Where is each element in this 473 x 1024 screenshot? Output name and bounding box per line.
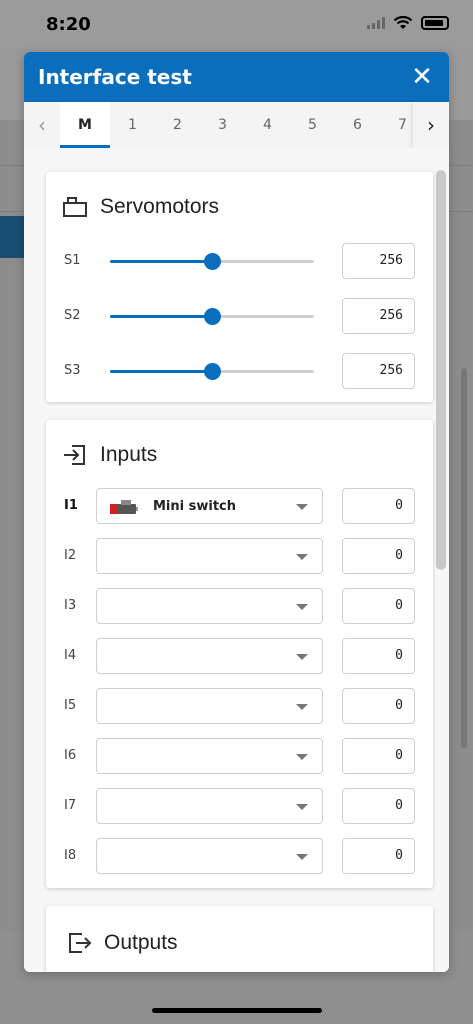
status-bar: 8:20 — [0, 0, 473, 50]
input-type-select[interactable] — [96, 538, 323, 574]
content-scrollbar[interactable] — [436, 170, 446, 964]
input-row: I8 0 — [46, 838, 433, 874]
slider-fill — [110, 260, 212, 263]
input-row: I5 0 — [46, 688, 433, 724]
chevron-down-icon — [296, 754, 308, 760]
slider-fill — [110, 315, 212, 318]
tab-2[interactable]: 2 — [155, 102, 200, 148]
input-label: I5 — [64, 698, 77, 713]
input-type-select[interactable] — [96, 838, 323, 874]
input-value-field: 0 — [342, 588, 415, 624]
chevron-down-icon — [296, 804, 308, 810]
input-row: I2 0 — [46, 538, 433, 574]
input-row: I6 0 — [46, 738, 433, 774]
servomotors-card: Servomotors S1 256 S2 256 S3 256 — [46, 172, 433, 402]
input-value-field: 0 — [342, 738, 415, 774]
home-indicator[interactable] — [152, 1008, 322, 1013]
servo-label: S2 — [64, 308, 81, 323]
servomotors-heading: Servomotors — [62, 194, 219, 220]
input-value-field: 0 — [342, 788, 415, 824]
mini-switch-icon — [110, 500, 138, 514]
servomotors-title: Servomotors — [100, 195, 220, 218]
tab-4[interactable]: 4 — [245, 102, 290, 148]
input-value-field: 0 — [342, 688, 415, 724]
slider-thumb[interactable] — [204, 308, 221, 325]
servo-row: S2 256 — [46, 298, 433, 334]
servo-slider[interactable] — [110, 308, 314, 325]
status-icons — [367, 16, 449, 30]
tab-3[interactable]: 3 — [200, 102, 245, 148]
input-label: I4 — [64, 648, 77, 663]
tab-7[interactable]: 7 — [380, 102, 413, 148]
inputs-heading: Inputs — [62, 442, 157, 468]
tab-m[interactable]: M — [60, 102, 110, 148]
inputs-card: Inputs I1 Mini switch 0 I2 0 I3 0 I4 0 I… — [46, 420, 433, 888]
slider-fill — [110, 370, 212, 373]
outputs-card: Outputs — [46, 906, 433, 972]
input-type-select[interactable] — [96, 738, 323, 774]
cellular-signal-icon — [367, 17, 385, 29]
input-row: I7 0 — [46, 788, 433, 824]
servomotor-icon — [63, 197, 87, 217]
input-type-select[interactable] — [96, 788, 323, 824]
chevron-down-icon — [296, 704, 308, 710]
input-label: I6 — [64, 748, 77, 763]
input-label: I3 — [64, 598, 77, 613]
tab-1[interactable]: 1 — [110, 102, 155, 148]
servo-slider[interactable] — [110, 363, 314, 380]
input-row: I3 0 — [46, 588, 433, 624]
inputs-title: Inputs — [100, 443, 158, 466]
input-label: I7 — [64, 798, 77, 813]
servo-slider[interactable] — [110, 253, 314, 270]
input-label: I1 — [64, 498, 78, 513]
input-value-field: 0 — [342, 488, 415, 524]
dialog-header: Interface test ✕ — [24, 52, 449, 102]
input-label: I8 — [64, 848, 77, 863]
servo-label: S1 — [64, 253, 81, 268]
status-time: 8:20 — [46, 14, 91, 35]
input-icon — [64, 445, 85, 465]
select-value: Mini switch — [153, 499, 237, 514]
servo-row: S3 256 — [46, 353, 433, 389]
input-type-select[interactable] — [96, 588, 323, 624]
tabs: M 1 2 3 4 5 6 7 — [60, 102, 413, 148]
servo-value-field[interactable]: 256 — [342, 353, 415, 389]
chevron-down-icon — [296, 854, 308, 860]
outputs-title: Outputs — [104, 931, 178, 954]
input-value-field: 0 — [342, 838, 415, 874]
outputs-heading: Outputs — [66, 930, 178, 956]
tab-5[interactable]: 5 — [290, 102, 335, 148]
input-label: I2 — [64, 548, 77, 563]
slider-thumb[interactable] — [204, 363, 221, 380]
servo-row: S1 256 — [46, 243, 433, 279]
input-value-field: 0 — [342, 538, 415, 574]
battery-icon — [421, 16, 449, 30]
input-value-field: 0 — [342, 638, 415, 674]
wifi-icon — [393, 16, 413, 29]
servo-value-field[interactable]: 256 — [342, 298, 415, 334]
input-row: I4 0 — [46, 638, 433, 674]
background-scrollbar — [461, 368, 467, 748]
dialog-title: Interface test — [38, 65, 192, 89]
tab-scroll-right-button[interactable]: › — [413, 102, 449, 148]
chevron-down-icon — [296, 504, 308, 510]
input-type-select[interactable] — [96, 688, 323, 724]
dialog-content: Servomotors S1 256 S2 256 S3 256 Inputs … — [24, 148, 449, 972]
servo-value-field[interactable]: 256 — [342, 243, 415, 279]
tab-scroll-left-button[interactable]: ‹ — [24, 102, 60, 148]
tab-bar: ‹ M 1 2 3 4 5 6 7 › — [24, 102, 449, 148]
chevron-down-icon — [296, 554, 308, 560]
chevron-down-icon — [296, 604, 308, 610]
chevron-down-icon — [296, 654, 308, 660]
input-type-select[interactable]: Mini switch — [96, 488, 323, 524]
close-icon[interactable]: ✕ — [409, 64, 435, 90]
output-icon — [69, 933, 92, 953]
servo-label: S3 — [64, 363, 81, 378]
scrollbar-thumb[interactable] — [436, 170, 446, 570]
slider-thumb[interactable] — [204, 253, 221, 270]
interface-test-dialog: Interface test ✕ ‹ M 1 2 3 4 5 6 7 › Ser… — [24, 52, 449, 972]
input-row: I1 Mini switch 0 — [46, 488, 433, 524]
tab-6[interactable]: 6 — [335, 102, 380, 148]
input-type-select[interactable] — [96, 638, 323, 674]
